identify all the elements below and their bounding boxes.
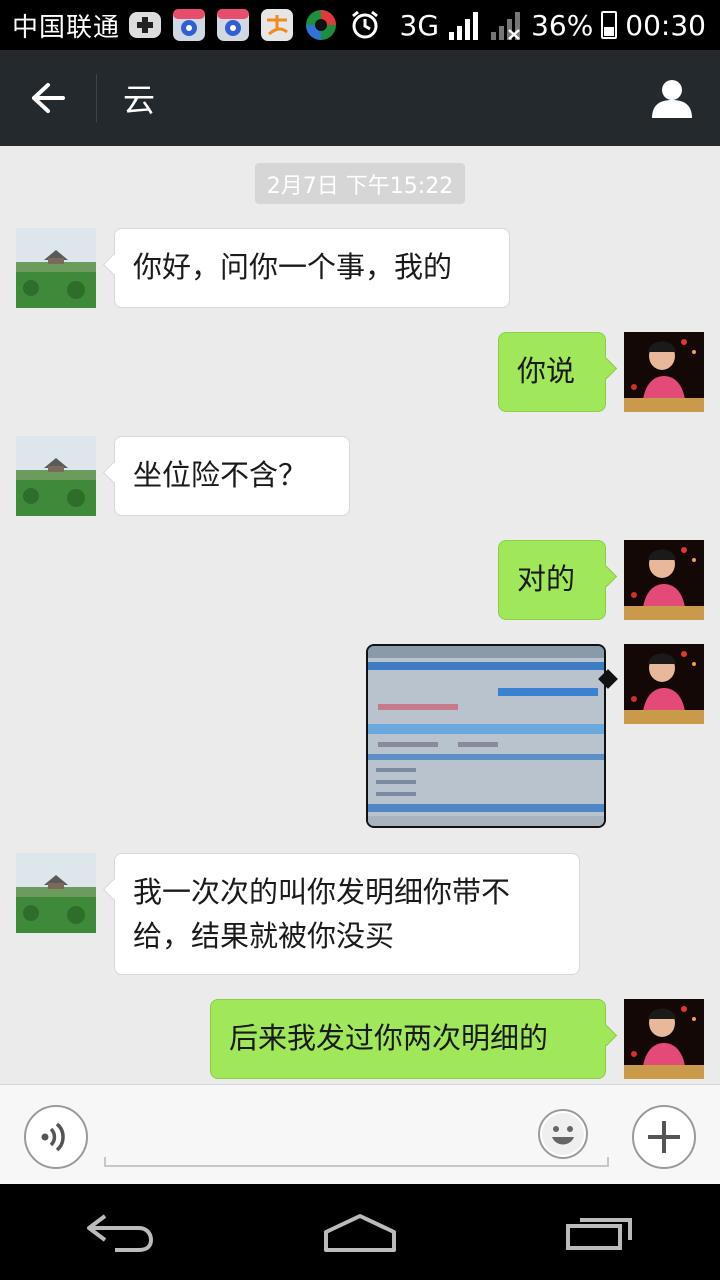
arrow-left-icon xyxy=(32,83,65,113)
voice-icon xyxy=(41,1122,65,1152)
music-app-icon xyxy=(306,10,337,40)
message-text: 后来我发过你两次明细的 xyxy=(229,1021,549,1055)
message-input-field[interactable] xyxy=(104,1107,609,1167)
emoji-button[interactable] xyxy=(538,1109,588,1159)
no-signal-icon xyxy=(491,12,521,40)
alarm-icon xyxy=(352,10,378,39)
message-text: 你好，问你一个事，我的 xyxy=(133,250,453,284)
nav-recents-button[interactable] xyxy=(540,1184,660,1280)
home-nav-icon xyxy=(324,1214,396,1252)
contact-avatar[interactable] xyxy=(16,436,96,516)
outgoing-message[interactable]: 后来我发过你两次明细的 xyxy=(210,999,606,1079)
outgoing-image-message[interactable] xyxy=(366,644,606,828)
paw-app-icon xyxy=(173,9,206,41)
signal-icon xyxy=(449,12,479,40)
alipay-icon xyxy=(261,9,294,41)
nav-home-button[interactable] xyxy=(300,1184,420,1280)
screenshot-image xyxy=(368,646,604,826)
incoming-message[interactable]: 你好，问你一个事，我的 xyxy=(114,228,510,308)
more-options-button[interactable] xyxy=(632,1105,696,1169)
message-timestamp: 2月7日 下午15:22 xyxy=(255,163,465,204)
message-text: 你说 xyxy=(517,354,576,388)
outgoing-message[interactable]: 你说 xyxy=(498,332,606,412)
battery-icon xyxy=(601,11,618,39)
notification-icons xyxy=(128,8,382,42)
incoming-message[interactable]: 我一次次的叫你发明细你带不给，结果就被你没买 xyxy=(114,853,580,975)
plus-square-icon xyxy=(129,12,162,38)
my-avatar[interactable] xyxy=(624,332,704,412)
title-bar: 云 xyxy=(0,50,720,146)
clock: 00:30 xyxy=(625,8,706,42)
message-text: 我一次次的叫你发明细你带不给，结果就被你没买 xyxy=(133,875,511,953)
incoming-message[interactable]: 坐位险不含？ xyxy=(114,436,350,516)
person-icon xyxy=(652,80,692,118)
my-avatar[interactable] xyxy=(624,540,704,620)
title-divider xyxy=(96,74,97,122)
input-bar xyxy=(0,1084,720,1184)
my-avatar[interactable] xyxy=(624,999,704,1079)
recents-nav-icon xyxy=(566,1218,632,1250)
message-text: 对的 xyxy=(517,562,576,596)
voice-input-button[interactable] xyxy=(24,1105,88,1169)
battery-percent: 36% xyxy=(531,8,594,42)
back-button[interactable] xyxy=(0,50,96,146)
emoji-icon xyxy=(542,1113,584,1155)
my-avatar[interactable] xyxy=(624,644,704,724)
chat-messages[interactable]: 2月7日 下午15:22 你好，问你一个事，我的 你说 坐位险不含？ 对的 我一… xyxy=(0,146,720,1084)
message-text: 坐位险不含？ xyxy=(133,458,308,492)
back-nav-icon xyxy=(87,1214,153,1252)
contact-info-button[interactable] xyxy=(624,50,720,146)
outgoing-message[interactable]: 对的 xyxy=(498,540,606,620)
message-input[interactable] xyxy=(104,1107,609,1165)
plus-icon xyxy=(648,1121,680,1153)
carrier-label: 中国联通 xyxy=(12,12,121,43)
contact-avatar[interactable] xyxy=(16,853,96,933)
status-bar: 中国联通 3G 36% 00:30 xyxy=(0,0,720,50)
contact-avatar[interactable] xyxy=(16,228,96,308)
network-label: 3G xyxy=(399,8,440,42)
system-nav-bar xyxy=(0,1184,720,1280)
paw-app-icon xyxy=(217,9,250,41)
nav-back-button[interactable] xyxy=(60,1184,180,1280)
chat-title: 云 xyxy=(123,81,156,119)
